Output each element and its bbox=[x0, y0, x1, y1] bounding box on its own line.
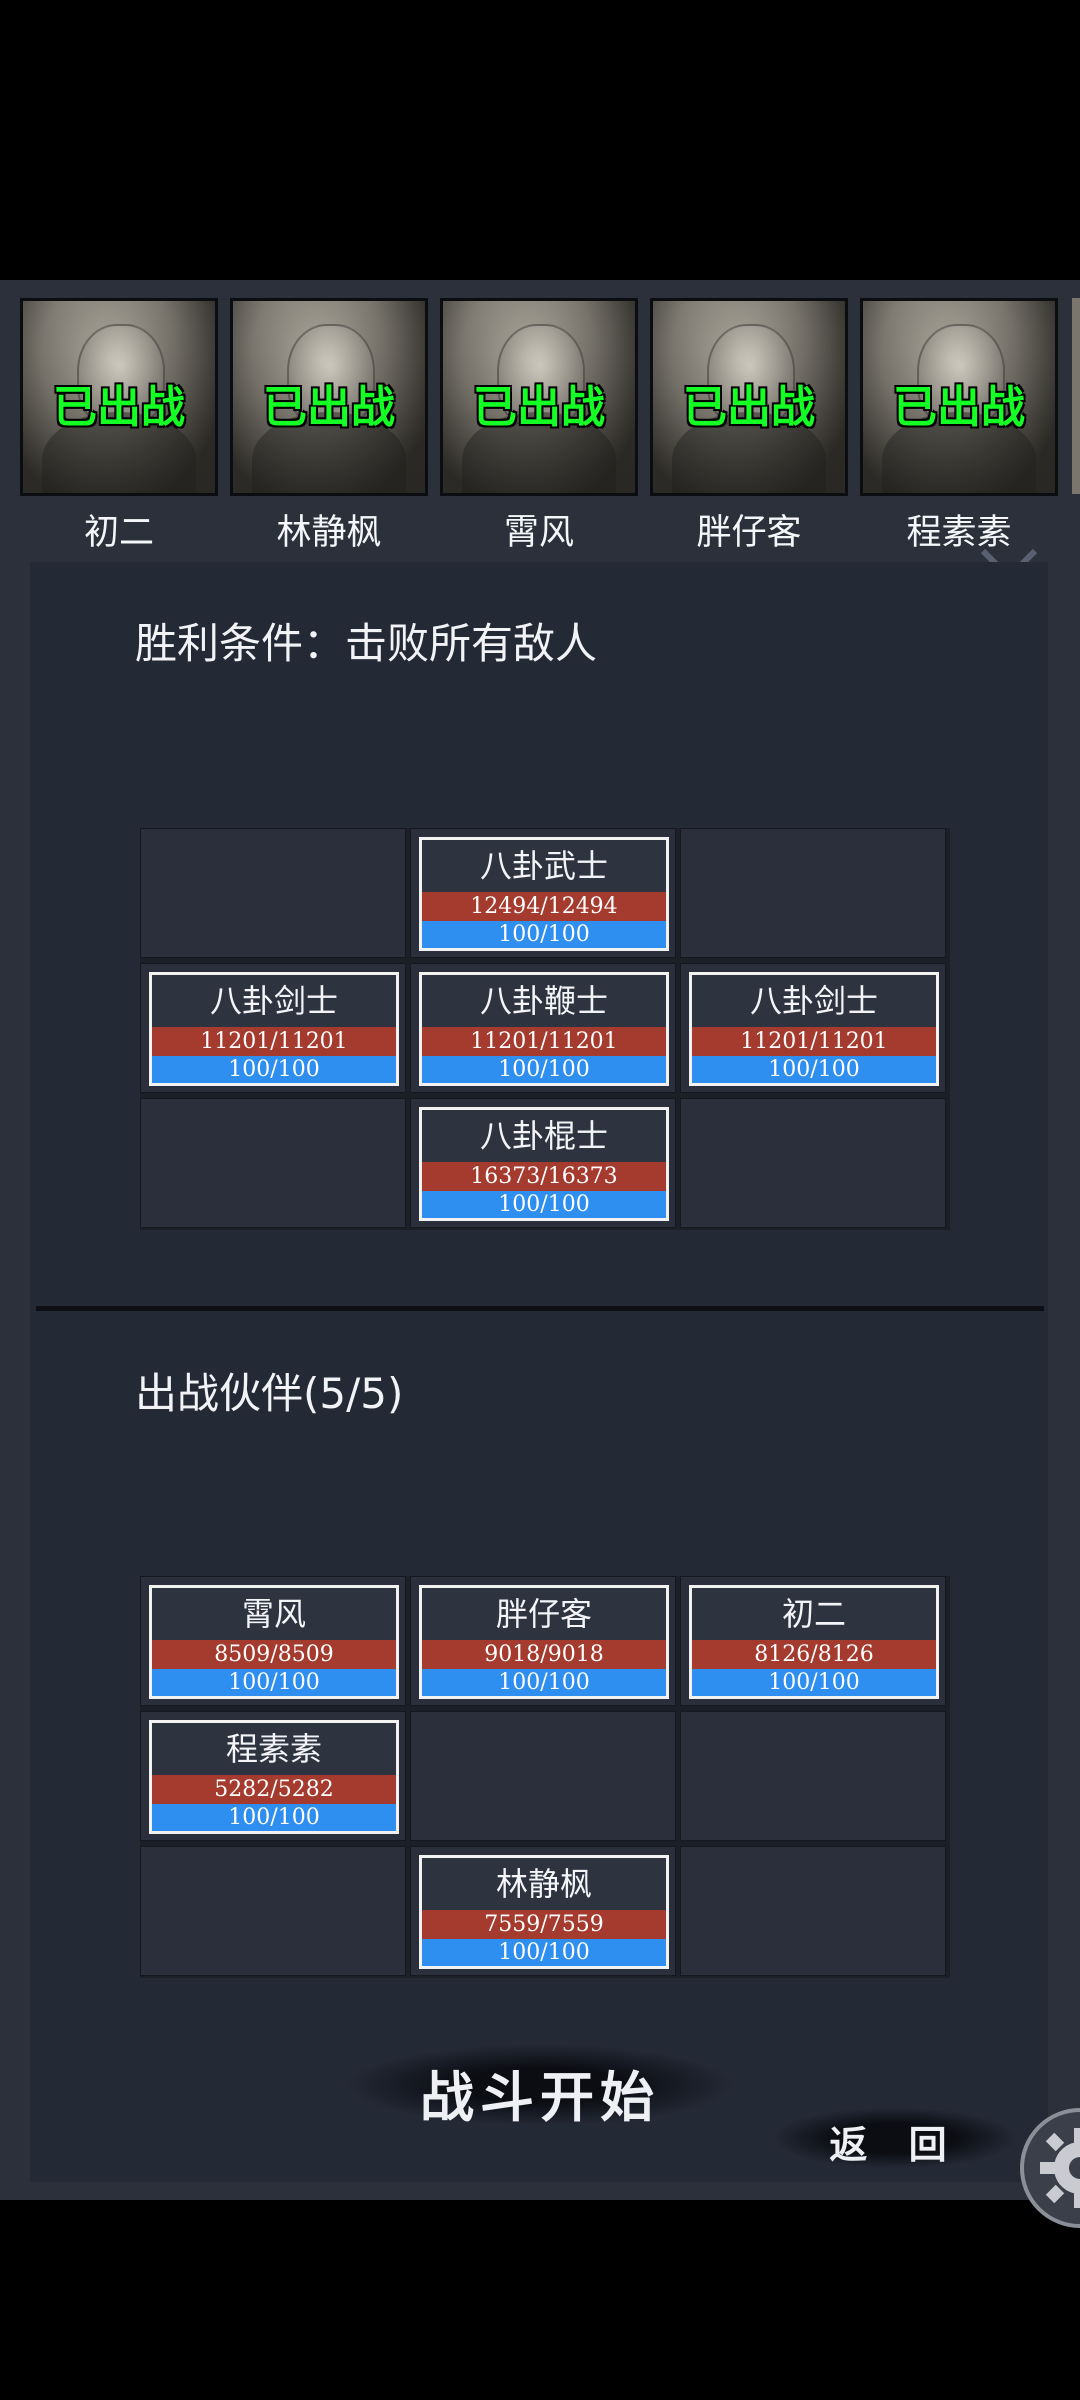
party-card[interactable]: 霄风 8509/8509 100/100 bbox=[149, 1585, 399, 1699]
party-card[interactable]: 程素素 5282/5282 100/100 bbox=[149, 1720, 399, 1834]
back-label: 返 回 bbox=[829, 2122, 961, 2167]
victory-condition: 胜利条件：击败所有敌人 bbox=[135, 619, 598, 668]
next-portrait-edge bbox=[1072, 298, 1080, 494]
enemy-card[interactable]: 八卦剑士 11201/11201 100/100 bbox=[149, 972, 399, 1086]
party-card[interactable]: 初二 8126/8126 100/100 bbox=[689, 1585, 939, 1699]
hero-portrait: 已出战 bbox=[230, 298, 428, 496]
mp-bar: 100/100 bbox=[422, 1669, 666, 1696]
hp-bar: 11201/11201 bbox=[692, 1027, 936, 1056]
grid-slot[interactable]: 林静枫 7559/7559 100/100 bbox=[410, 1846, 676, 1976]
deployed-label: 已出战 bbox=[473, 382, 605, 433]
hero-portrait: 已出战 bbox=[440, 298, 638, 496]
mp-bar: 100/100 bbox=[422, 921, 666, 948]
unit-name: 八卦鞭士 bbox=[479, 982, 608, 1020]
grid-slot[interactable] bbox=[140, 828, 406, 958]
party-formation-grid: 霄风 8509/8509 100/100 胖仔客 9018/9018 100/1… bbox=[140, 1576, 950, 1978]
mp-bar: 100/100 bbox=[152, 1804, 396, 1831]
start-battle-button[interactable]: 战斗开始 bbox=[350, 2045, 730, 2129]
enemy-card[interactable]: 八卦鞭士 11201/11201 100/100 bbox=[419, 972, 669, 1086]
section-divider bbox=[36, 1306, 1044, 1311]
deployed-label: 已出战 bbox=[263, 382, 395, 433]
grid-slot[interactable] bbox=[680, 1846, 946, 1976]
grid-slot[interactable]: 八卦鞭士 11201/11201 100/100 bbox=[410, 963, 676, 1093]
party-title: 出战伙伴(5/5) bbox=[135, 1369, 404, 1418]
enemy-card[interactable]: 八卦棍士 16373/16373 100/100 bbox=[419, 1107, 669, 1221]
grid-slot[interactable]: 八卦剑士 11201/11201 100/100 bbox=[140, 963, 406, 1093]
mp-bar: 100/100 bbox=[422, 1939, 666, 1966]
hero-portrait: 已出战 bbox=[860, 298, 1058, 496]
unit-name: 八卦剑士 bbox=[749, 982, 878, 1020]
enemy-formation-grid: 八卦武士 12494/12494 100/100 八卦剑士 11201/1120… bbox=[140, 828, 950, 1230]
mp-bar: 100/100 bbox=[692, 1669, 936, 1696]
deployed-label: 已出战 bbox=[683, 382, 815, 433]
hero-roster: 已出战 初二 已出战 林静枫 已出战 霄风 已出战 胖仔客 已出战 程素素 bbox=[0, 280, 1080, 553]
deployed-label: 已出战 bbox=[53, 382, 185, 433]
mp-bar: 100/100 bbox=[152, 1669, 396, 1696]
unit-name: 初二 bbox=[781, 1595, 846, 1633]
unit-name: 八卦棍士 bbox=[479, 1117, 608, 1155]
grid-slot[interactable]: 霄风 8509/8509 100/100 bbox=[140, 1576, 406, 1706]
enemy-card[interactable]: 八卦剑士 11201/11201 100/100 bbox=[689, 972, 939, 1086]
hp-bar: 8509/8509 bbox=[152, 1640, 396, 1669]
grid-slot[interactable]: 八卦剑士 11201/11201 100/100 bbox=[680, 963, 946, 1093]
hero-portrait: 已出战 bbox=[650, 298, 848, 496]
hero-portrait: 已出战 bbox=[20, 298, 218, 496]
grid-slot[interactable]: 胖仔客 9018/9018 100/100 bbox=[410, 1576, 676, 1706]
grid-slot[interactable] bbox=[680, 828, 946, 958]
party-card[interactable]: 林静枫 7559/7559 100/100 bbox=[419, 1855, 669, 1969]
hp-bar: 11201/11201 bbox=[422, 1027, 666, 1056]
mp-bar: 100/100 bbox=[422, 1191, 666, 1218]
hero-name: 胖仔客 bbox=[696, 513, 802, 553]
hero-card[interactable]: 已出战 程素素 bbox=[860, 298, 1058, 555]
hp-bar: 7559/7559 bbox=[422, 1910, 666, 1939]
deployed-label: 已出战 bbox=[893, 382, 1025, 433]
grid-slot[interactable] bbox=[680, 1098, 946, 1228]
hp-bar: 5282/5282 bbox=[152, 1775, 396, 1804]
grid-slot[interactable]: 八卦棍士 16373/16373 100/100 bbox=[410, 1098, 676, 1228]
hp-bar: 12494/12494 bbox=[422, 892, 666, 921]
unit-name: 胖仔客 bbox=[495, 1595, 592, 1633]
grid-slot[interactable]: 程素素 5282/5282 100/100 bbox=[140, 1711, 406, 1841]
gear-icon[interactable] bbox=[1020, 2108, 1080, 2228]
hero-card[interactable]: 已出战 林静枫 bbox=[230, 298, 428, 555]
hp-bar: 16373/16373 bbox=[422, 1162, 666, 1191]
mp-bar: 100/100 bbox=[152, 1056, 396, 1083]
unit-name: 八卦武士 bbox=[479, 847, 608, 885]
back-button[interactable]: 返 回 bbox=[775, 2108, 1015, 2168]
grid-slot[interactable] bbox=[140, 1098, 406, 1228]
grid-slot[interactable]: 八卦武士 12494/12494 100/100 bbox=[410, 828, 676, 958]
hero-name: 林静枫 bbox=[276, 513, 382, 553]
hero-card[interactable]: 已出战 霄风 bbox=[440, 298, 638, 555]
unit-name: 八卦剑士 bbox=[209, 982, 338, 1020]
mp-bar: 100/100 bbox=[422, 1056, 666, 1083]
hp-bar: 9018/9018 bbox=[422, 1640, 666, 1669]
hero-card[interactable]: 已出战 胖仔客 bbox=[650, 298, 848, 555]
battle-setup-screen: 已出战 初二 已出战 林静枫 已出战 霄风 已出战 胖仔客 已出战 程素素 胜利… bbox=[0, 280, 1080, 2228]
hp-bar: 11201/11201 bbox=[152, 1027, 396, 1056]
start-battle-label: 战斗开始 bbox=[420, 2065, 660, 2129]
grid-slot[interactable] bbox=[680, 1711, 946, 1841]
hp-bar: 8126/8126 bbox=[692, 1640, 936, 1669]
hero-card[interactable]: 已出战 初二 bbox=[20, 298, 218, 555]
mp-bar: 100/100 bbox=[692, 1056, 936, 1083]
party-card[interactable]: 胖仔客 9018/9018 100/100 bbox=[419, 1585, 669, 1699]
hero-name: 霄风 bbox=[503, 513, 574, 553]
grid-slot[interactable] bbox=[140, 1846, 406, 1976]
unit-name: 程素素 bbox=[225, 1730, 322, 1768]
hero-name: 初二 bbox=[83, 513, 154, 553]
enemy-card[interactable]: 八卦武士 12494/12494 100/100 bbox=[419, 837, 669, 951]
unit-name: 霄风 bbox=[241, 1595, 306, 1633]
unit-name: 林静枫 bbox=[495, 1865, 592, 1903]
grid-slot[interactable] bbox=[410, 1711, 676, 1841]
grid-slot[interactable]: 初二 8126/8126 100/100 bbox=[680, 1576, 946, 1706]
